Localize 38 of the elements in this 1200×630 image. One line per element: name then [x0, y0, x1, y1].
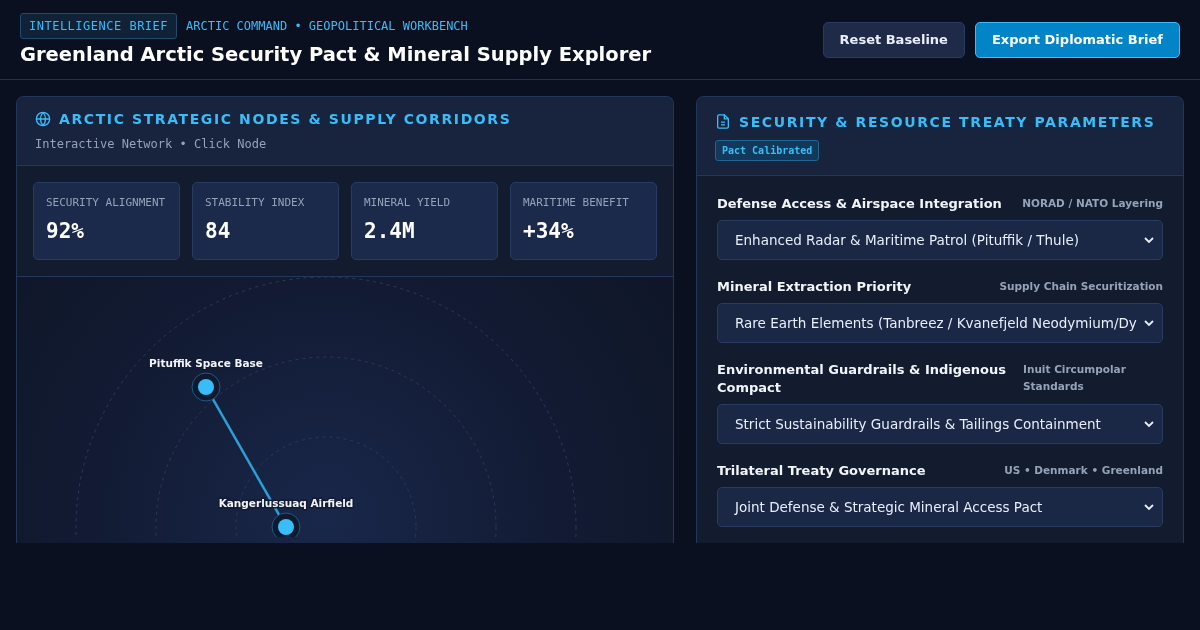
export-button[interactable]: Export Diplomatic Brief — [974, 21, 1180, 58]
page-title: Greenland Arctic Security Pact & Mineral Supply Explorer — [20, 43, 652, 66]
chevron-icon — [1144, 236, 1154, 244]
stat-value: 84 — [205, 219, 232, 243]
panel-title: SECURITY & RESOURCE TREATY PARAMETERS — [739, 113, 1156, 130]
field-hint: Supply Chain Securitization — [999, 279, 1163, 294]
dropdown[interactable]: Strict Sustainability Guardrails & Tailings Containment — [717, 404, 1163, 444]
field-hint: US • Denmark • Greenland — [1004, 463, 1163, 478]
dropdown[interactable]: Rare Earth Elements (Tanbreez / Kvanefjeld Neodymium/Dy — [717, 303, 1163, 343]
dropdown[interactable]: Enhanced Radar & Maritime Patrol (Pituffik / Thule) — [717, 220, 1163, 260]
globe-icon — [35, 111, 51, 127]
breadcrumb: ARCTIC COMMAND • GEOPOLITICAL WORKBENCH — [186, 19, 468, 33]
stat-value: 2.4M — [364, 219, 416, 243]
field-label: Defense Access & Airspace Integration — [717, 195, 1002, 213]
document-icon — [715, 113, 731, 130]
panel-subtitle: Interactive Network • Click Node — [35, 137, 267, 151]
stat-label: SECURITY ALIGNMENT — [46, 196, 167, 209]
panel-title: ARCTIC STRATEGIC NODES & SUPPLY CORRIDORS — [59, 111, 512, 127]
field-hint: Inuit Circumpolar Standards — [1023, 362, 1127, 394]
reset-button[interactable]: Reset Baseline — [822, 21, 965, 58]
field-label: Mineral Extraction Priority — [717, 278, 912, 296]
field-label: Environmental Guardrails & Indigenous Compact — [717, 361, 1008, 397]
stat-label: MARITIME BENEFIT — [523, 196, 630, 209]
field-label: Trilateral Treaty Governance — [717, 462, 926, 480]
network-node[interactable] — [191, 372, 221, 402]
dropdown[interactable]: Joint Defense & Strategic Mineral Access Pact — [717, 487, 1163, 527]
stat-value: +34% — [523, 219, 575, 243]
status-badge: Pact Calibrated — [715, 140, 820, 161]
chevron-icon — [1144, 420, 1154, 428]
stat-label: MINERAL YIELD — [364, 196, 452, 209]
stat-value: 92% — [46, 219, 85, 243]
network-node[interactable] — [271, 512, 301, 537]
chevron-icon — [1144, 503, 1154, 511]
field-hint: NORAD / NATO Layering — [1022, 196, 1163, 211]
chevron-icon — [1144, 319, 1154, 327]
stat-label: STABILITY INDEX — [205, 196, 306, 209]
brief-badge: INTELLIGENCE BRIEF — [20, 13, 178, 39]
node-label: Pituffik Space Base — [149, 357, 263, 369]
